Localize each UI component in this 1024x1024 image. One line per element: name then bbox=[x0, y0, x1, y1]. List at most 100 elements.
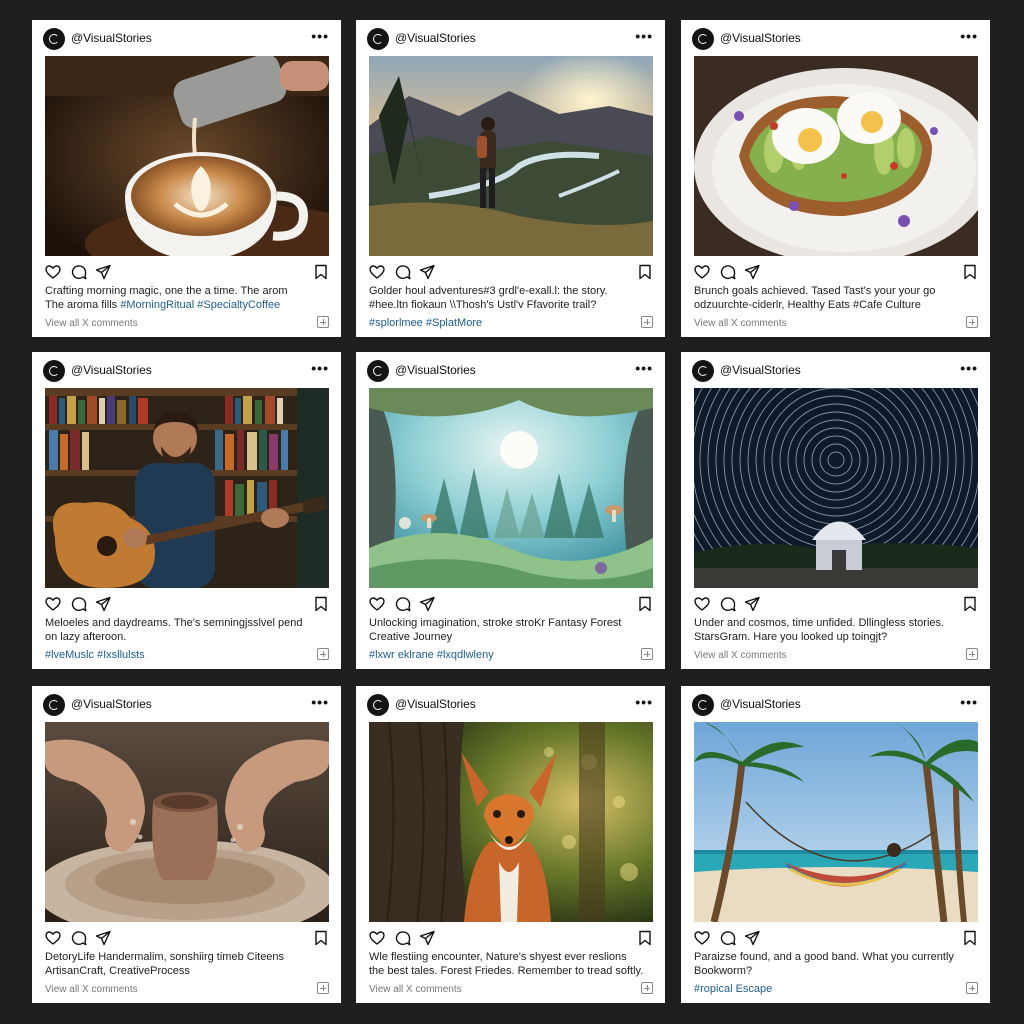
heart-icon[interactable] bbox=[369, 930, 385, 946]
view-comments-link[interactable]: View all X comments bbox=[45, 318, 138, 329]
heart-icon[interactable] bbox=[694, 596, 710, 612]
comment-icon[interactable] bbox=[395, 930, 411, 946]
share-icon[interactable] bbox=[744, 596, 760, 612]
hashtags[interactable]: #ropical Escape bbox=[694, 983, 772, 995]
view-comments-link[interactable]: View all X comments bbox=[694, 650, 787, 661]
post-actions bbox=[369, 264, 653, 280]
post-image[interactable] bbox=[694, 722, 978, 922]
post-image[interactable] bbox=[694, 388, 978, 588]
hashtags[interactable]: #lveMuslc #Ixsllulsts bbox=[45, 649, 145, 661]
post-image[interactable] bbox=[45, 56, 329, 256]
bookmark-icon[interactable] bbox=[962, 930, 978, 946]
username[interactable]: @VisualStories bbox=[720, 363, 801, 377]
post-card: @VisualStories ••• Golder houl adventure… bbox=[356, 20, 665, 337]
hashtags[interactable]: #splorlmee #SplatMore bbox=[369, 317, 482, 329]
add-icon[interactable] bbox=[966, 648, 978, 660]
post-header: @VisualStories ••• bbox=[356, 686, 665, 722]
username[interactable]: @VisualStories bbox=[71, 697, 152, 711]
more-options-icon[interactable]: ••• bbox=[635, 694, 653, 710]
bookmark-icon[interactable] bbox=[313, 596, 329, 612]
username[interactable]: @VisualStories bbox=[71, 31, 152, 45]
avatar[interactable] bbox=[692, 360, 714, 382]
more-options-icon[interactable]: ••• bbox=[311, 28, 329, 44]
comment-icon[interactable] bbox=[71, 264, 87, 280]
heart-icon[interactable] bbox=[45, 930, 61, 946]
heart-icon[interactable] bbox=[45, 596, 61, 612]
username[interactable]: @VisualStories bbox=[720, 31, 801, 45]
post-image[interactable] bbox=[369, 56, 653, 256]
add-icon[interactable] bbox=[641, 316, 653, 328]
add-icon[interactable] bbox=[641, 982, 653, 994]
post-image[interactable] bbox=[369, 722, 653, 922]
avatar[interactable] bbox=[692, 694, 714, 716]
view-comments-link[interactable]: View all X comments bbox=[45, 984, 138, 995]
bookmark-icon[interactable] bbox=[313, 930, 329, 946]
comment-icon[interactable] bbox=[720, 930, 736, 946]
heart-icon[interactable] bbox=[694, 930, 710, 946]
username[interactable]: @VisualStories bbox=[395, 697, 476, 711]
add-icon[interactable] bbox=[966, 316, 978, 328]
comment-icon[interactable] bbox=[71, 596, 87, 612]
share-icon[interactable] bbox=[95, 930, 111, 946]
share-icon[interactable] bbox=[419, 930, 435, 946]
bookmark-icon[interactable] bbox=[637, 596, 653, 612]
heart-icon[interactable] bbox=[369, 596, 385, 612]
more-options-icon[interactable]: ••• bbox=[635, 28, 653, 44]
bookmark-icon[interactable] bbox=[637, 930, 653, 946]
post-image[interactable] bbox=[694, 56, 978, 256]
avatar[interactable] bbox=[43, 360, 65, 382]
heart-icon[interactable] bbox=[694, 264, 710, 280]
avatar[interactable] bbox=[692, 28, 714, 50]
post-image[interactable] bbox=[45, 388, 329, 588]
heart-icon[interactable] bbox=[45, 264, 61, 280]
share-icon[interactable] bbox=[744, 264, 760, 280]
comment-icon[interactable] bbox=[395, 596, 411, 612]
share-icon[interactable] bbox=[95, 596, 111, 612]
avatar[interactable] bbox=[367, 28, 389, 50]
more-options-icon[interactable]: ••• bbox=[311, 360, 329, 376]
more-options-icon[interactable]: ••• bbox=[960, 360, 978, 376]
heart-icon[interactable] bbox=[369, 264, 385, 280]
caption-line: Creative Journey bbox=[369, 631, 453, 643]
caption-line: Brunch goals achieved. Tased Tast's your… bbox=[694, 285, 936, 297]
view-comments-link[interactable]: View all X comments bbox=[369, 984, 462, 995]
more-options-icon[interactable]: ••• bbox=[960, 28, 978, 44]
post-image[interactable] bbox=[369, 388, 653, 588]
more-options-icon[interactable]: ••• bbox=[635, 360, 653, 376]
post-header: @VisualStories ••• bbox=[32, 20, 341, 56]
bookmark-icon[interactable] bbox=[962, 596, 978, 612]
avatar[interactable] bbox=[367, 360, 389, 382]
post-header: @VisualStories ••• bbox=[356, 20, 665, 56]
hashtags[interactable]: #MorningRitual #SpecialtyCoffee bbox=[120, 299, 280, 311]
hashtags[interactable]: #lxwr eklrane #lxqdlwleny bbox=[369, 649, 494, 661]
view-comments-link[interactable]: View all X comments bbox=[694, 318, 787, 329]
add-icon[interactable] bbox=[317, 316, 329, 328]
add-icon[interactable] bbox=[966, 982, 978, 994]
username[interactable]: @VisualStories bbox=[395, 31, 476, 45]
share-icon[interactable] bbox=[419, 264, 435, 280]
comment-icon[interactable] bbox=[720, 264, 736, 280]
post-image[interactable] bbox=[45, 722, 329, 922]
more-options-icon[interactable]: ••• bbox=[960, 694, 978, 710]
share-icon[interactable] bbox=[419, 596, 435, 612]
avatar[interactable] bbox=[43, 694, 65, 716]
comment-icon[interactable] bbox=[395, 264, 411, 280]
bookmark-icon[interactable] bbox=[313, 264, 329, 280]
caption-line: odzuurchte-ciderlr, Healthy Eats #Cafe C… bbox=[694, 299, 921, 311]
add-icon[interactable] bbox=[641, 648, 653, 660]
add-icon[interactable] bbox=[317, 648, 329, 660]
comment-icon[interactable] bbox=[71, 930, 87, 946]
bookmark-icon[interactable] bbox=[637, 264, 653, 280]
avatar[interactable] bbox=[43, 28, 65, 50]
share-icon[interactable] bbox=[95, 264, 111, 280]
username[interactable]: @VisualStories bbox=[720, 697, 801, 711]
username[interactable]: @VisualStories bbox=[71, 363, 152, 377]
bookmark-icon[interactable] bbox=[962, 264, 978, 280]
avatar[interactable] bbox=[367, 694, 389, 716]
comment-icon[interactable] bbox=[720, 596, 736, 612]
more-options-icon[interactable]: ••• bbox=[311, 694, 329, 710]
caption-line: The aroma fills #MorningRitual #Specialt… bbox=[45, 298, 329, 312]
username[interactable]: @VisualStories bbox=[395, 363, 476, 377]
add-icon[interactable] bbox=[317, 982, 329, 994]
share-icon[interactable] bbox=[744, 930, 760, 946]
